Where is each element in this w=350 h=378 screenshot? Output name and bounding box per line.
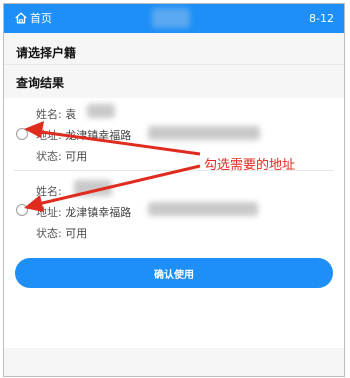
redacted-title bbox=[152, 8, 190, 28]
result-1-name: 姓名: 袁 bbox=[36, 108, 77, 121]
annotation-text: 勾选需要的地址 bbox=[204, 158, 296, 173]
topbar-right-text: 8-12 bbox=[309, 12, 334, 25]
divider bbox=[4, 64, 344, 65]
query-results-title: 查询结果 bbox=[16, 76, 65, 90]
results-list: 姓名: 袁 地址: 龙津镇幸福路 状态: 可用 姓名: 地址: 龙津镇幸福路 状… bbox=[4, 98, 344, 348]
result-radio-2[interactable] bbox=[16, 204, 28, 216]
home-label: 首页 bbox=[30, 12, 52, 25]
app-window: 首页 8-12 请选择户籍 查询结果 姓名: 袁 地址: 龙津镇幸福路 状态: … bbox=[3, 3, 345, 377]
redacted-name-2 bbox=[74, 180, 112, 196]
result-1-status: 状态: 可用 bbox=[36, 150, 88, 163]
redacted-address-1 bbox=[148, 126, 260, 140]
result-2-status: 状态: 可用 bbox=[36, 227, 88, 240]
result-radio-1[interactable] bbox=[16, 128, 28, 140]
result-2-address: 地址: 龙津镇幸福路 bbox=[36, 206, 132, 219]
home-link[interactable]: 首页 bbox=[14, 10, 52, 26]
redacted-address-2 bbox=[148, 202, 258, 216]
result-1-address: 地址: 龙津镇幸福路 bbox=[36, 129, 132, 142]
redacted-name-1 bbox=[87, 104, 115, 118]
confirm-use-button[interactable]: 确认使用 bbox=[15, 258, 333, 288]
select-household-title: 请选择户籍 bbox=[16, 46, 77, 60]
home-icon bbox=[15, 12, 27, 24]
top-bar: 首页 8-12 bbox=[4, 4, 344, 33]
result-2-name: 姓名: bbox=[36, 185, 62, 198]
